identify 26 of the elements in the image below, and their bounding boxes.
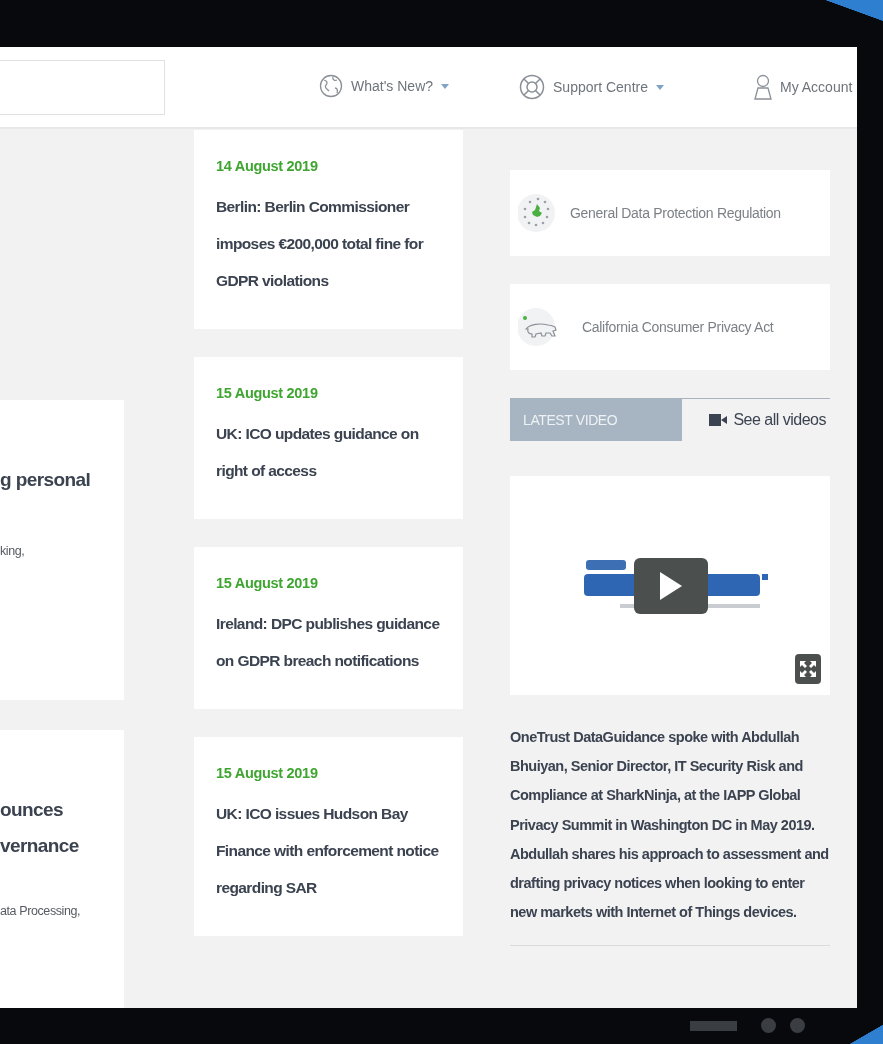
- nav-link[interactable]: My Account: [754, 74, 857, 100]
- nav-link[interactable]: What's New?: [319, 74, 450, 98]
- news-title: UK: ICO issues Hudson Bay Finance with enforcement notice regarding SAR: [216, 804, 440, 898]
- news-card[interactable]: 15 August 2019 Ireland: DPC publishes guidance on GDPR breach notifications: [194, 547, 463, 709]
- news-date: 15 August 2019: [216, 765, 319, 781]
- news-title: UK: ICO updates guidance on right of access: [216, 424, 420, 481]
- news-card[interactable]: 14 August 2019 Berlin: Berlin Commissioner imposes €200,000 total fine for GDPR violations: [194, 130, 463, 329]
- article-title: vernance: [0, 834, 79, 858]
- article-tags: king,: [0, 544, 25, 558]
- article-card[interactable]: ounces vernance ata Processing,: [0, 730, 124, 1008]
- see-all-videos-link[interactable]: See all videos: [682, 399, 830, 441]
- nav-link[interactable]: Support Centre: [519, 74, 664, 100]
- article-tags: ata Processing,: [0, 904, 81, 918]
- article-card[interactable]: g personal king,: [0, 400, 124, 700]
- news-date: 15 August 2019: [216, 575, 319, 591]
- article-title: ounces: [0, 798, 63, 822]
- regulation-link[interactable]: General Data Protection Regulation: [510, 170, 830, 256]
- news-card[interactable]: 15 August 2019 UK: ICO updates guidance on right of access: [194, 357, 463, 519]
- article-title: g personal: [0, 468, 91, 492]
- news-title: Ireland: DPC publishes guidance on GDPR breach notifications: [216, 614, 441, 671]
- news-title: Berlin: Berlin Commissioner imposes €200,000 total fine for GDPR violations: [216, 197, 425, 291]
- news-date: 15 August 2019: [216, 385, 319, 401]
- video-description: OneTrust DataGuidance spoke with Abdullah Bhuiyan, Senior Director, IT Security Risk and Compliance at SharkNinja, at the IAPP Global Privacy Summit in Washington DC in May 2019. Abdullah shares his approach to assessment and drafting privacy notices when looking to enter new markets with Internet of Things devices.: [510, 723, 830, 947]
- regulation-link[interactable]: California Consumer Privacy Act: [510, 284, 830, 370]
- news-card[interactable]: 15 August 2019 UK: ICO issues Hudson Bay Finance with enforcement notice regarding SAR: [194, 737, 463, 936]
- news-date: 14 August 2019: [216, 158, 319, 174]
